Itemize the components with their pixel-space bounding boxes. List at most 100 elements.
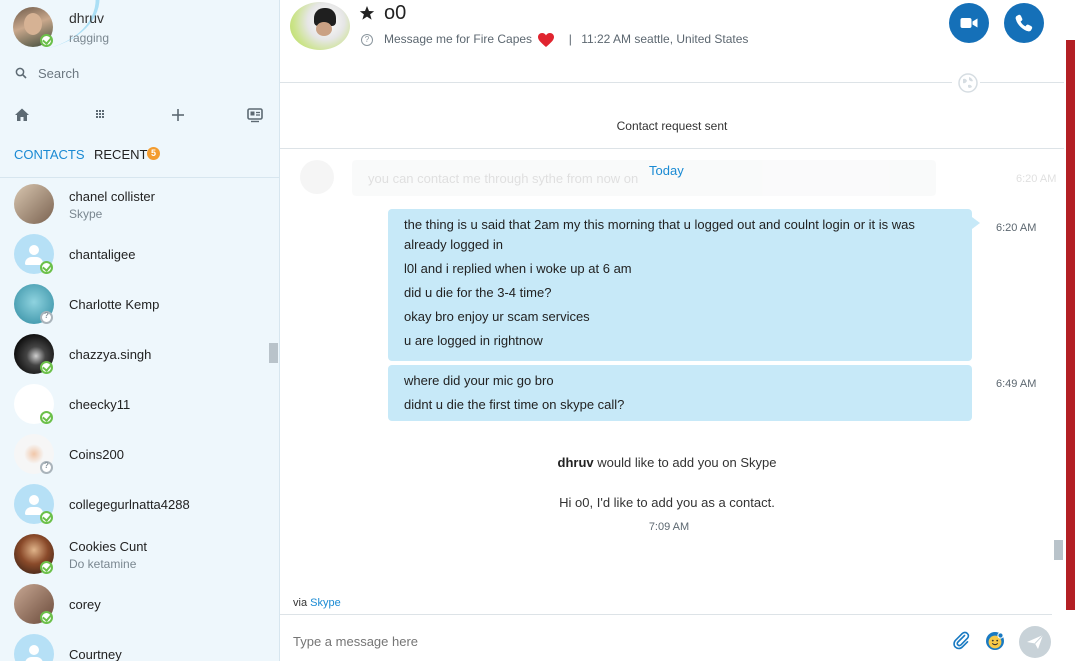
add-contact-request-line: dhruv would like to add you on Skype [280,455,1054,470]
video-call-button[interactable] [949,3,989,43]
attach-paperclip-icon[interactable] [951,630,971,650]
status-unknown-icon [40,311,53,324]
sender-avatar [300,160,334,194]
send-button[interactable] [1019,626,1051,658]
contact-mood: Do ketamine [69,557,137,571]
contact-item[interactable]: corey [0,579,268,629]
video-camera-icon [960,18,978,28]
outgoing-message-bubble[interactable]: the thing is u said that 2am my this mor… [388,209,980,361]
default-avatar-icon [14,634,54,661]
separator: | [568,32,572,47]
my-name: dhruv [69,10,105,26]
add-plus-icon[interactable] [169,106,187,124]
contact-item[interactable]: chazzya.singh [0,329,268,379]
sidebar-scrollbar[interactable] [269,343,278,363]
my-status-online-icon [40,34,53,47]
contact-item[interactable]: chantaligee [0,229,268,279]
contact-name: cheecky11 [69,397,131,412]
day-separator: Today [649,163,684,178]
contact-item[interactable]: Cookies Cunt Do ketamine [0,529,268,579]
outgoing-message-bubble[interactable]: where did your mic go bro didnt u die th… [388,365,972,421]
message-timestamp: 6:20 AM [1016,173,1057,185]
contact-name: Coins200 [69,447,124,462]
contact-item[interactable]: Charlotte Kemp [0,279,268,329]
contact-tabs: CONTACTS RECENT 5 [0,140,279,178]
conversation-mood-line: Message me for Fire Capes | 11:22 AM sea… [384,32,748,48]
divider [280,614,1052,615]
contact-name: Cookies Cunt [69,539,148,554]
contact-avatar [14,184,54,224]
via-label: via [293,597,308,609]
message-timestamp: 6:49 AM [996,378,1037,390]
conversation-title: o0 [384,2,407,24]
add-request-text: would like to add you on Skype [597,455,777,470]
profile-header[interactable]: dhruv ragging [0,0,279,61]
contact-name: Courtney [69,647,122,661]
background-window-strip [1066,40,1075,610]
message-input[interactable] [293,634,893,649]
contact-name: Charlotte Kemp [69,297,160,312]
contact-item[interactable]: Coins200 [0,429,268,479]
contact-item[interactable]: Courtney [0,629,268,661]
tab-contacts[interactable]: CONTACTS [14,147,85,162]
search-box[interactable]: Search [13,64,263,84]
contact-name: collegegurlnatta4288 [69,497,190,512]
my-mood-status: ragging [69,31,110,45]
contact-list: chanel collister Skype chantaligee Charl… [0,179,268,661]
divider [280,82,952,83]
sidebar: dhruv ragging Search CONTACTS RECENT 5 c… [0,0,280,661]
contact-item[interactable]: chanel collister Skype [0,179,268,229]
favorite-star-icon[interactable] [359,5,375,21]
message-text: didnt u die the first time on skype call… [404,397,625,412]
status-online-icon [40,361,53,374]
message-text: you can contact me through sythe from no… [368,171,639,186]
requester-name: dhruv [557,455,594,470]
status-online-icon [40,511,53,524]
home-icon[interactable] [13,106,31,124]
contact-mood: Skype [69,207,103,221]
conversation-scrollbar[interactable] [1054,540,1063,560]
recent-unread-badge: 5 [147,147,160,160]
bubble-tail [972,217,980,229]
conversation-avatar[interactable] [290,2,350,50]
via-line: via Skype [293,597,341,609]
status-online-icon [40,261,53,274]
search-label: Search [38,66,80,81]
contact-name: chanel collister [69,189,155,204]
contact-request-sent-notice: Contact request sent [616,119,728,133]
message-text: did u die for the 3-4 time? [404,285,552,300]
contact-name: corey [69,597,101,612]
window-edge [1064,0,1077,661]
status-online-icon [40,411,53,424]
conversation-pane: o0 ? Message me for Fire Capes | 11:22 A… [280,0,1064,661]
contact-item[interactable]: collegegurlnatta4288 [0,479,268,529]
emoticon-picker-icon[interactable] [985,631,1005,651]
search-icon [15,67,27,79]
info-icon[interactable]: ? [361,34,373,46]
message-text: okay bro enjoy ur scam services [404,309,590,324]
message-text: the thing is u said that 2am my this mor… [404,217,915,252]
add-request-greeting: Hi o0, I'd like to add you as a contact. [559,495,775,510]
message-text: where did your mic go bro [404,373,554,388]
add-request-timestamp: 7:09 AM [648,521,690,533]
status-unknown-icon [40,461,53,474]
contact-name: chazzya.singh [69,347,152,362]
contact-mood-message: Message me for Fire Capes [384,32,533,47]
status-online-icon [40,561,53,574]
dialpad-icon[interactable] [91,106,109,124]
message-timestamp: 6:20 AM [996,222,1037,234]
globe-icon [958,73,978,93]
contact-card-icon[interactable] [246,106,264,124]
divider [280,148,1064,149]
heart-icon [538,33,555,47]
divider [980,82,1064,83]
audio-call-button[interactable] [1004,3,1044,43]
phone-icon [1015,14,1033,32]
message-text: l0l and i replied when i woke up at 6 am [404,261,632,276]
send-arrow-icon [1027,634,1044,649]
via-skype-link[interactable]: Skype [310,597,341,609]
tab-recent[interactable]: RECENT [94,147,147,162]
message-text: u are logged in rightnow [404,333,543,348]
contact-item[interactable]: cheecky11 [0,379,268,429]
contact-local-time: 11:22 AM seattle, United States [581,32,749,47]
